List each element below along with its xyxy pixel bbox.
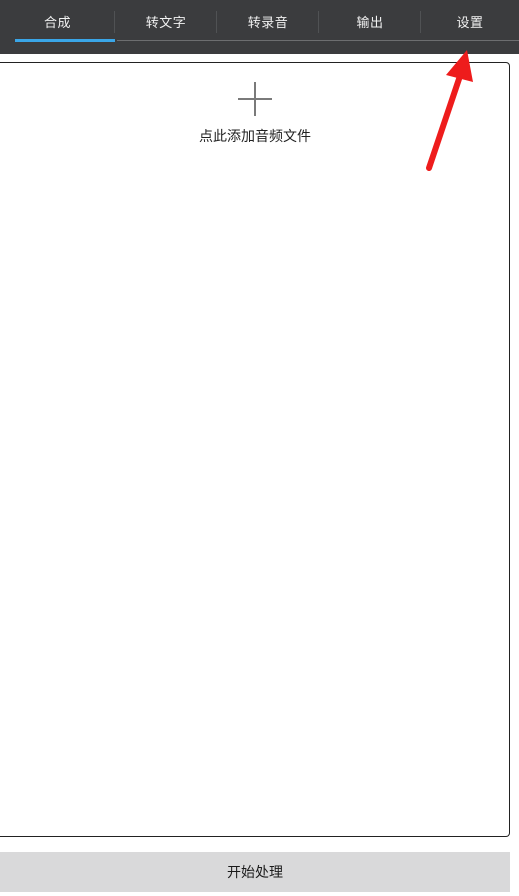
tab-label: 输出 (356, 15, 384, 31)
add-audio-file-label: 点此添加音频文件 (199, 129, 311, 145)
tab-to-text[interactable]: 转文字 (115, 0, 217, 42)
tab-to-recording[interactable]: 转录音 (217, 0, 319, 42)
start-processing-label: 开始处理 (227, 865, 283, 881)
plus-icon (238, 82, 272, 116)
tab-label: 转录音 (247, 15, 289, 31)
start-processing-button[interactable]: 开始处理 (0, 852, 510, 892)
add-audio-file-button[interactable]: 点此添加音频文件 (0, 63, 510, 159)
tab-settings[interactable]: 设置 (421, 0, 519, 42)
tab-list: 合成 转文字 转录音 输出 设置 (0, 0, 519, 42)
active-tab-indicator (15, 39, 115, 42)
tab-label: 转文字 (145, 15, 187, 31)
tab-output[interactable]: 输出 (319, 0, 421, 42)
audio-file-panel: 点此添加音频文件 (0, 62, 510, 837)
tab-label: 合成 (43, 15, 71, 31)
tab-label: 设置 (456, 15, 484, 31)
tab-baseline (117, 40, 519, 41)
top-tab-bar: 合成 转文字 转录音 输出 设置 (0, 0, 519, 54)
tab-compose[interactable]: 合成 (0, 0, 115, 42)
